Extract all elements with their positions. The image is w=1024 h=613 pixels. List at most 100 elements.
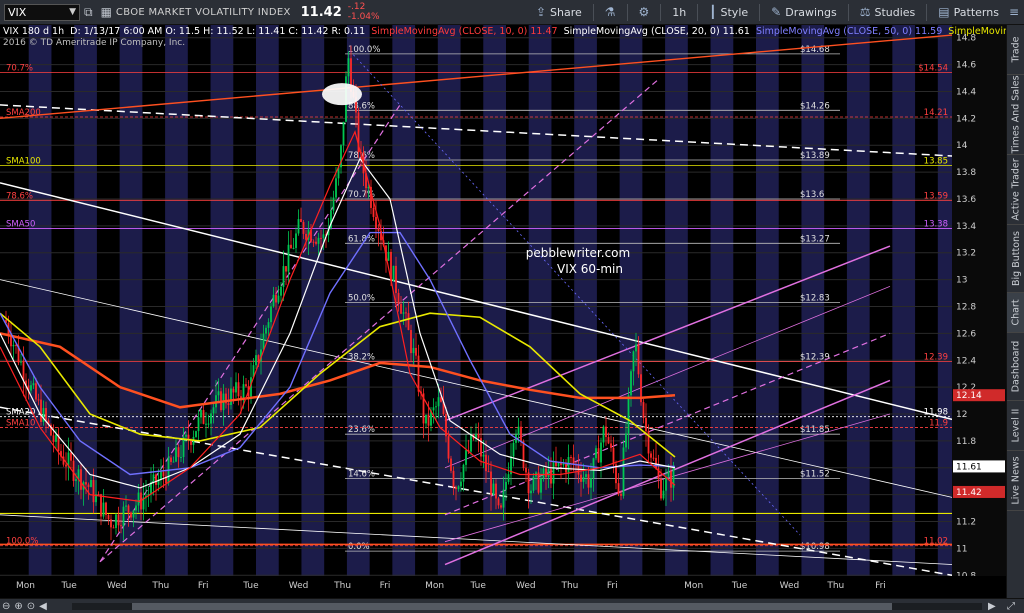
zoom-in-icon[interactable]: ⊕ bbox=[12, 601, 24, 612]
candle-body bbox=[132, 510, 135, 518]
link-icon[interactable]: ⧉ bbox=[80, 5, 97, 20]
candle-body bbox=[582, 476, 585, 482]
candle-body bbox=[532, 476, 535, 491]
rail-tab-dashboard[interactable]: Dashboard bbox=[1007, 333, 1024, 401]
candle-body bbox=[607, 437, 610, 444]
rail-tab-live-news[interactable]: Live News bbox=[1007, 451, 1024, 511]
candle-body bbox=[470, 435, 472, 452]
scroll-left-icon[interactable]: ◀ bbox=[37, 601, 49, 612]
menu-button[interactable]: ≡ bbox=[1004, 0, 1024, 25]
level-left-label: 78.6% bbox=[6, 191, 33, 201]
drawings-button[interactable]: ✎ Drawings bbox=[766, 0, 842, 25]
rail-tab-big-buttons[interactable]: Big Buttons bbox=[1007, 225, 1024, 293]
candle-body bbox=[522, 441, 525, 468]
candle-body bbox=[205, 423, 207, 425]
candle-body bbox=[287, 244, 290, 272]
y-tick-label: 13.8 bbox=[956, 168, 976, 178]
flask-button[interactable]: ⚗ bbox=[600, 0, 621, 25]
share-button[interactable]: ⇪ Share bbox=[531, 0, 587, 25]
candle-body bbox=[160, 471, 162, 480]
candle-body bbox=[632, 351, 635, 372]
fib-value-label: $11.85 bbox=[800, 425, 830, 435]
candle-body bbox=[12, 344, 15, 347]
style-button[interactable]: ┃ Style bbox=[704, 0, 753, 25]
candle-body bbox=[580, 474, 582, 482]
candle-body bbox=[257, 355, 260, 362]
scrollbar-thumb[interactable] bbox=[132, 603, 892, 610]
horizontal-scrollbar[interactable] bbox=[72, 603, 982, 610]
candle-body bbox=[290, 244, 292, 249]
candle-body bbox=[655, 457, 657, 469]
interval-button[interactable]: 1h bbox=[667, 0, 691, 25]
menu-icon: ≡ bbox=[1008, 5, 1019, 19]
y-tick-label: 13.6 bbox=[956, 195, 976, 205]
candle-body bbox=[405, 312, 407, 314]
candle-body bbox=[315, 241, 317, 244]
candle-body bbox=[255, 355, 257, 366]
candle-body bbox=[200, 410, 202, 418]
toolbar: VIX ▼ ⧉ ▦ CBOE MARKET VOLATILITY INDEX 1… bbox=[0, 0, 1024, 25]
level-left-label: SMA50 bbox=[6, 220, 35, 230]
candle-body bbox=[235, 382, 237, 393]
candle-body bbox=[447, 436, 450, 459]
candle-body bbox=[450, 458, 452, 471]
rail-tab-chart[interactable]: Chart bbox=[1007, 293, 1024, 333]
price-chart-svg[interactable]: 100.0% $14.6888.6% $14.2678.6% $13.8970.7% $… bbox=[0, 25, 1006, 598]
candle-body bbox=[437, 397, 440, 407]
level-left-label: SMA10 bbox=[6, 418, 35, 428]
candle-body bbox=[505, 481, 507, 490]
candle-body bbox=[332, 197, 335, 211]
chevron-down-icon[interactable]: ▼ bbox=[69, 7, 76, 17]
candle-body bbox=[487, 471, 490, 473]
fib-percent-label: 38.2% bbox=[348, 353, 375, 363]
candle-body bbox=[162, 471, 165, 477]
candle-body bbox=[280, 286, 282, 296]
candle-body bbox=[415, 347, 417, 356]
expand-icon[interactable]: ⤢ bbox=[1005, 601, 1017, 612]
scroll-right-icon[interactable]: ▶ bbox=[986, 601, 998, 612]
candle-body bbox=[320, 237, 322, 239]
studies-button[interactable]: ⚖ Studies bbox=[855, 0, 921, 25]
candle-body bbox=[322, 234, 325, 239]
candle-body bbox=[312, 241, 315, 243]
rail-tab-trade[interactable]: Trade bbox=[1007, 25, 1024, 75]
candle-body bbox=[652, 457, 655, 459]
fib-value-label: $13.27 bbox=[800, 234, 830, 244]
level-right-label: 13.85 bbox=[924, 156, 948, 166]
rail-tab-level-ii[interactable]: Level II bbox=[1007, 401, 1024, 451]
day-band bbox=[528, 25, 552, 576]
level-right-label: 11.02 bbox=[924, 537, 948, 547]
candle-body bbox=[425, 414, 427, 424]
rail-tab-active-trader[interactable]: Active Trader bbox=[1007, 155, 1024, 225]
rail-tab-times-and-sales[interactable]: Times And Sales bbox=[1007, 75, 1024, 155]
patterns-button[interactable]: ▤ Patterns bbox=[933, 0, 1004, 25]
candle-body bbox=[277, 295, 280, 303]
candle-body bbox=[37, 399, 40, 401]
candle-body bbox=[120, 525, 122, 527]
y-tick-label: 11.8 bbox=[956, 437, 976, 447]
copyright-text: 2016 © TD Ameritrade IP Company, Inc. bbox=[3, 38, 186, 48]
candle-body bbox=[622, 447, 625, 496]
patterns-icon: ▤ bbox=[938, 5, 950, 19]
rail-tab-label: Live News bbox=[1010, 456, 1022, 505]
candle-body bbox=[492, 483, 495, 496]
candlestick-icon: ┃ bbox=[709, 5, 717, 19]
candle-body bbox=[512, 442, 515, 457]
zoom-out-icon[interactable]: ⊖ bbox=[0, 601, 12, 612]
x-tick-label: Fri bbox=[198, 581, 209, 591]
day-band bbox=[665, 25, 688, 576]
settings-button[interactable]: ⚙ bbox=[634, 0, 655, 25]
chart-area[interactable]: VIX 180 d 1h D: 1/13/17 6:00 AM O: 11.5 … bbox=[0, 25, 1006, 598]
y-tick-label: 12.4 bbox=[956, 356, 976, 366]
ohlc-fields: D: 1/13/17 6:00 AM O: 11.5 H: 11.52 L: 1… bbox=[70, 26, 366, 37]
candle-body bbox=[137, 492, 140, 506]
flask-icon: ⚗ bbox=[604, 5, 616, 19]
candle-body bbox=[540, 478, 542, 493]
x-tick-label: Fri bbox=[380, 581, 391, 591]
grid-icon[interactable]: ▦ bbox=[97, 5, 116, 19]
y-tick-label: 14 bbox=[956, 141, 968, 151]
symbol-selector[interactable]: VIX ▼ bbox=[4, 3, 80, 21]
zoom-fit-icon[interactable]: ⊙ bbox=[25, 601, 37, 612]
candle-body bbox=[400, 303, 402, 314]
day-band bbox=[301, 25, 325, 576]
